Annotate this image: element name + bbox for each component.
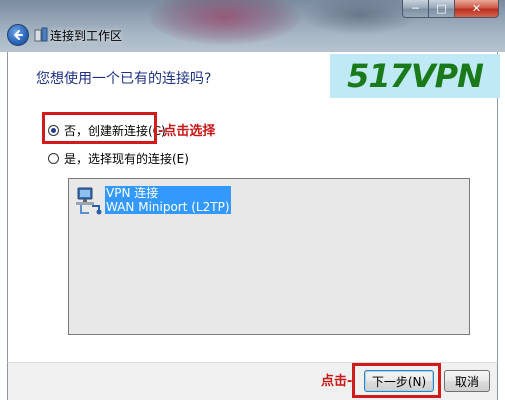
click-hint-annotation: 点击- [321,374,353,389]
network-connection-icon [76,187,102,215]
option-use-existing[interactable]: 是，选择现有的连接(E) [48,150,189,167]
caption-buttons: ─ □ ✕ [402,0,499,18]
list-item[interactable]: VPN 连接 WAN Miniport (L2TP) [75,186,231,216]
close-button[interactable]: ✕ [455,0,499,18]
logo: 517VPN [330,54,500,98]
highlight-box-next [352,363,441,398]
select-hint-annotation: -点击选择 [158,124,216,139]
cancel-button[interactable]: 取消 [444,370,490,392]
list-item-device: WAN Miniport (L2TP) [105,200,231,214]
connection-list[interactable]: VPN 连接 WAN Miniport (L2TP) [68,178,470,335]
title-bar: ─ □ ✕ 连接到工作区 [0,0,505,52]
option-use-existing-label: 是，选择现有的连接(E) [64,152,189,166]
logo-text: 517VPN [347,57,484,95]
radio-use-existing[interactable] [48,153,59,164]
minimize-button[interactable]: ─ [402,0,429,18]
back-arrow-icon [14,30,23,40]
back-button[interactable] [7,24,29,46]
list-item-name: VPN 连接 [105,186,231,200]
window-title: 连接到工作区 [50,29,123,43]
page-heading: 您想使用一个已有的连接吗? [36,71,212,87]
glass-background [150,0,300,45]
highlight-box-option [42,112,157,144]
maximize-button[interactable]: □ [429,0,455,18]
network-wizard-icon [34,27,48,42]
